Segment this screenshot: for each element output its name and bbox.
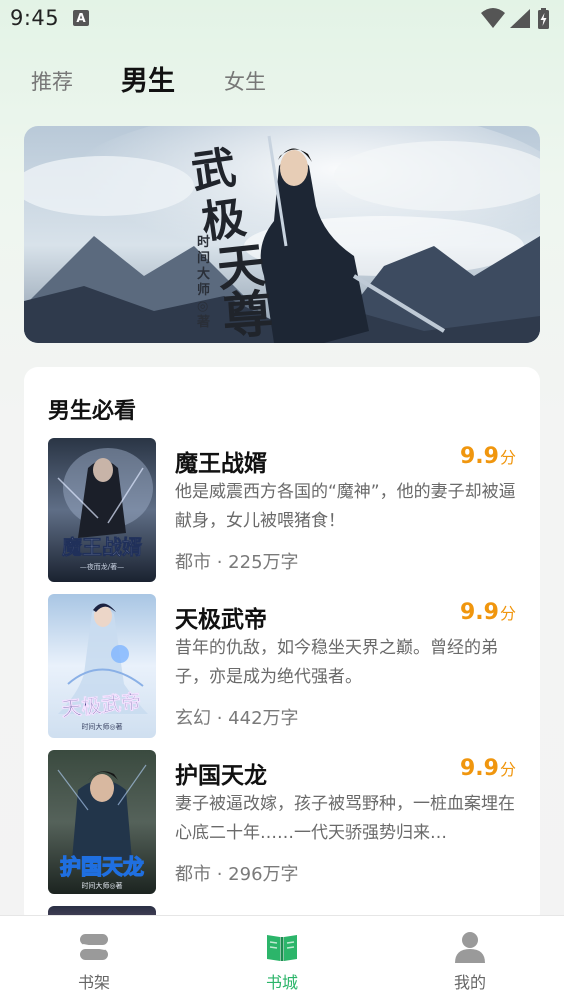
notification-icon: A bbox=[73, 10, 89, 26]
cover-title: 魔王战婿 bbox=[62, 535, 142, 559]
book-item[interactable]: 魔王战婿 —夜而龙/著— 魔王战婿 9.9分 他是威震西方各国的“魔神”，他的妻… bbox=[48, 438, 516, 584]
book-title: 魔王战婿 bbox=[175, 451, 267, 477]
book-item[interactable]: 天极武帝 时间大师◎著 天极武帝 9.9分 昔年的仇敌，如今稳坐天界之巅。曾经的… bbox=[48, 594, 516, 740]
bottom-nav: 书架 书城 我的 bbox=[0, 915, 564, 1003]
nav-profile[interactable]: 我的 bbox=[376, 916, 564, 1003]
nav-label: 我的 bbox=[453, 973, 486, 992]
score-unit: 分 bbox=[499, 760, 516, 779]
nav-label: 书城 bbox=[265, 973, 298, 992]
wifi-icon bbox=[481, 8, 505, 28]
nav-bookstore[interactable]: 书城 bbox=[188, 916, 376, 1003]
banner-image: 武 极 天 尊 时 间 大 师 ◎ 著 bbox=[24, 126, 540, 343]
book-score: 9.9分 bbox=[460, 600, 516, 625]
svg-text:间: 间 bbox=[197, 250, 210, 266]
book-cover: 天极武帝 时间大师◎著 bbox=[48, 594, 156, 738]
score-unit: 分 bbox=[499, 604, 516, 623]
svg-text:著: 著 bbox=[196, 314, 210, 330]
signal-icon bbox=[510, 9, 530, 28]
recommend-section: 男生必看 魔王战婿 —夜而龙/著— 魔王战婿 9.9分 他是威震西方各国的“魔神… bbox=[24, 367, 540, 927]
section-title: 男生必看 bbox=[48, 399, 137, 424]
book-cover: 护国天龙 时间大师◎著 bbox=[48, 750, 156, 894]
score-value: 9.9 bbox=[460, 600, 499, 625]
svg-text:尊: 尊 bbox=[221, 284, 275, 343]
tab-female[interactable]: 女生 bbox=[224, 60, 266, 108]
status-time: 9:45 bbox=[10, 6, 60, 30]
svg-text:大: 大 bbox=[197, 266, 210, 282]
battery-charging-icon bbox=[538, 8, 549, 29]
svg-text:师: 师 bbox=[197, 282, 210, 298]
nav-label: 书架 bbox=[77, 973, 110, 992]
status-bar: 9:45 A bbox=[0, 0, 564, 40]
user-icon bbox=[455, 932, 485, 963]
svg-text:时: 时 bbox=[197, 234, 210, 250]
score-unit: 分 bbox=[499, 448, 516, 467]
book-item[interactable]: 护国天龙 时间大师◎著 护国天龙 9.9分 妻子被逼改嫁，孩子被骂野种，一桩血案… bbox=[48, 750, 516, 896]
book-cover: 魔王战婿 —夜而龙/著— bbox=[48, 438, 156, 582]
cover-title: 护国天龙 bbox=[60, 855, 144, 879]
book-meta: 都市 · 225万字 bbox=[175, 552, 299, 573]
book-description: 他是威震西方各国的“魔神”，他的妻子却被逼献身，女儿被喂猪食！ bbox=[175, 482, 516, 531]
tab-recommend[interactable]: 推荐 bbox=[31, 60, 73, 108]
svg-text:◎: ◎ bbox=[197, 299, 208, 314]
bookshelf-icon bbox=[80, 934, 108, 960]
book-meta: 玄幻 · 442万字 bbox=[175, 708, 299, 729]
book-title: 天极武帝 bbox=[175, 607, 267, 633]
score-value: 9.9 bbox=[460, 444, 499, 469]
cover-author: 时间大师◎著 bbox=[81, 722, 122, 731]
tab-male[interactable]: 男生 bbox=[121, 60, 175, 108]
book-title: 护国天龙 bbox=[175, 763, 267, 789]
book-open-icon bbox=[267, 935, 297, 961]
book-score: 9.9分 bbox=[460, 444, 516, 469]
book-description: 昔年的仇敌，如今稳坐天界之巅。曾经的弟子，亦是成为绝代强者。 bbox=[175, 638, 498, 687]
cover-author: —夜而龙/著— bbox=[80, 562, 124, 571]
status-icons bbox=[480, 7, 552, 31]
score-value: 9.9 bbox=[460, 756, 499, 781]
nav-bookshelf[interactable]: 书架 bbox=[0, 916, 188, 1003]
book-description: 妻子被逼改嫁，孩子被骂野种，一桩血案埋在心底二十年……一代天骄强势归来… bbox=[175, 794, 515, 843]
book-score: 9.9分 bbox=[460, 756, 516, 781]
top-tabs: 推荐 男生 女生 bbox=[0, 60, 564, 108]
cover-author: 时间大师◎著 bbox=[81, 881, 122, 890]
banner-carousel[interactable]: 武 极 天 尊 时 间 大 师 ◎ 著 bbox=[24, 126, 540, 343]
book-meta: 都市 · 296万字 bbox=[175, 864, 299, 885]
svg-text:武: 武 bbox=[188, 142, 239, 199]
